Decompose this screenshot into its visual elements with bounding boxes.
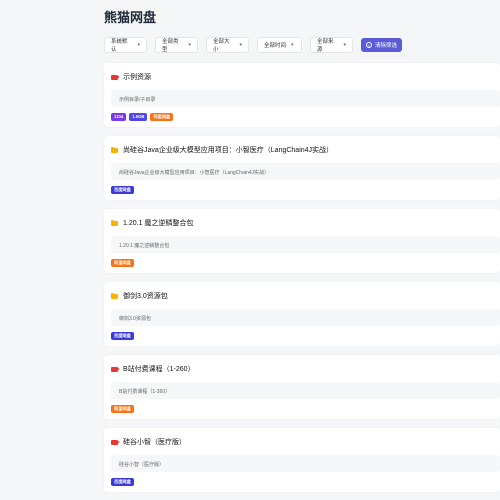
time-filter-label: 全部时间 [264,43,287,49]
result-title[interactable]: 1.20.1 魔之逆鳞整合包 [123,218,193,228]
source-badge: 百度网盘 [111,332,134,340]
source-badge: 阿里网盘 [150,113,174,121]
result-title[interactable]: B站付费课程（1-260） [123,364,195,374]
result-card[interactable]: B站付费课程（1-260） B站付费课程（1-260） 阿里网盘 [104,355,500,419]
close-circle-icon: × [366,42,372,48]
result-tags: 阿里网盘 [111,259,134,267]
result-path: B站付费课程（1-260） [111,382,500,399]
clear-filters-button[interactable]: × 清除筛选 [361,38,403,52]
type-filter[interactable]: 全部类型 ▾ [155,37,198,53]
chevron-down-icon: ▾ [239,42,242,48]
result-path: 1.20.1 魔之逆鳞整合包 [111,236,500,253]
video-icon [111,366,120,372]
result-tags: 1234 1.5GB 阿里网盘 [111,113,174,121]
source-badge: 阿里网盘 [111,405,134,413]
source-filter-label: 全部来源 [317,39,334,53]
result-title[interactable]: 御剑3.0资源包 [123,291,168,301]
app-title: 熊猫网盘 [104,10,157,25]
app-header: 熊猫网盘 [0,0,500,30]
folder-icon [111,292,118,299]
source-badge: 百度网盘 [111,478,134,486]
folder-icon [111,219,118,226]
result-tags: 百度网盘 [111,332,134,340]
video-icon [111,74,120,80]
size-badge: 1.5GB [129,113,148,121]
chevron-down-icon: ▾ [343,42,346,48]
size-filter[interactable]: 全部大小 ▾ [206,37,249,53]
result-card[interactable]: 尚硅谷Java企业级大模型应用项目：小智医疗（LangChain4J实战） 尚硅… [104,136,500,200]
source-badge: 阿里网盘 [111,259,134,267]
result-title[interactable]: 硅谷小智（医疗版） [123,437,186,447]
result-card[interactable]: 示例资源 示例目录/子目录 1234 1.5GB 阿里网盘 [104,63,500,127]
result-tags: 百度网盘 [111,186,134,194]
result-title[interactable]: 示例资源 [123,72,151,82]
result-title[interactable]: 尚硅谷Java企业级大模型应用项目：小智医疗（LangChain4J实战） [123,145,333,155]
sort-filter[interactable]: 系统默认 ▾ [104,37,147,53]
size-filter-label: 全部大小 [213,39,230,53]
clear-filters-label: 清除筛选 [375,43,398,49]
result-path: 硅谷小智（医疗版） [111,455,500,472]
folder-icon [111,146,118,153]
result-tags: 百度网盘 [111,478,134,486]
result-card[interactable]: 硅谷小智（医疗版） 硅谷小智（医疗版） 百度网盘 [104,428,500,492]
result-card[interactable]: 御剑3.0资源包 御剑3.0资源包 百度网盘 [104,282,500,346]
video-icon [111,439,120,445]
result-tags: 阿里网盘 [111,405,134,413]
type-filter-label: 全部类型 [162,39,179,53]
result-path: 示例目录/子目录 [111,90,500,107]
chevron-down-icon: ▾ [188,42,191,48]
chevron-down-icon: ▾ [291,42,294,48]
result-path: 御剑3.0资源包 [111,309,500,326]
chevron-down-icon: ▾ [137,42,140,48]
time-filter[interactable]: 全部时间 ▾ [257,37,302,53]
count-badge: 1234 [111,113,127,121]
source-filter[interactable]: 全部来源 ▾ [310,37,353,53]
filter-bar: 系统默认 ▾ 全部类型 ▾ 全部大小 ▾ 全部时间 ▾ 全部来源 ▾ × 清除筛… [104,35,500,55]
source-badge: 百度网盘 [111,186,134,194]
sort-filter-label: 系统默认 [111,39,128,53]
result-card[interactable]: 1.20.1 魔之逆鳞整合包 1.20.1 魔之逆鳞整合包 阿里网盘 [104,209,500,273]
result-path: 尚硅谷Java企业级大模型应用项目：小智医疗（LangChain4J实战） [111,163,500,180]
